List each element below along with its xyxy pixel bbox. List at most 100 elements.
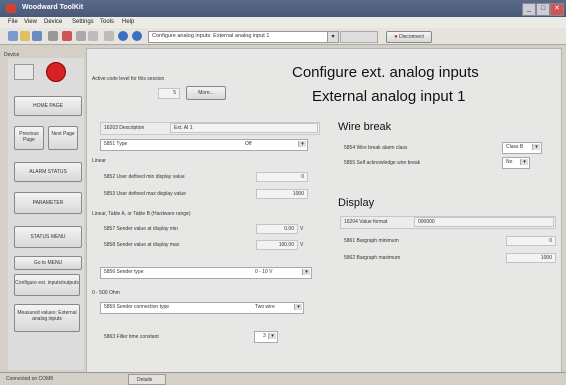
menu-file[interactable]: File [8,19,18,25]
open-icon[interactable] [20,31,30,41]
description-input[interactable]: Ext. AI 1 [170,123,318,133]
menu-view[interactable]: View [24,19,37,25]
measured-values-button[interactable]: Measured values: External analog inputs [14,304,80,332]
window-title: Woodward ToolKit [22,4,84,11]
access-code-text: 5 [173,90,176,96]
min-display-label: 5852 User defined min display value [104,174,185,180]
menu-help[interactable]: Help [122,19,134,25]
sender-max-unit: V [300,242,304,248]
sender-max-value: 100.00 [278,242,294,248]
value-format-value: 000000 [418,219,435,225]
next-page-button[interactable]: Next Page [48,126,78,150]
min-display-input[interactable]: 0 [256,172,308,182]
bargraph-max-input[interactable]: 1000 [506,253,556,263]
chevron-down-icon: ▾ [268,333,276,339]
sender-max-input[interactable]: 100.00 [256,240,298,250]
display-title: Display [338,197,375,209]
details-tab-label: Details [137,377,153,383]
alarm-class-dropdown[interactable]: Class B ▾ [502,142,542,154]
filter-value: 3 [263,333,266,339]
copy-icon[interactable] [88,31,98,41]
table-header: Linear, Table A, or Table B (Hardware ra… [92,211,191,217]
disconnect-button[interactable]: ● Disconnect [386,31,432,43]
access-code-value: 5 [158,88,180,99]
alarm-class-label: 5854 Wire break alarm class [344,145,408,151]
wire-break-title: Wire break [338,121,392,133]
bargraph-min-value: 0 [549,238,552,244]
connection-type-dropdown[interactable]: 5859 Sender connection type Two wire ▾ [100,302,304,314]
save-icon[interactable] [32,31,42,41]
sender-max-label: 5858 Sender value at display max [104,242,180,248]
connection-type-value: Two wire [255,304,275,310]
home-page-button[interactable]: HOME PAGE [14,96,82,116]
parameter-button[interactable]: PARAMETER [14,192,82,214]
ohm-header: 0 - 500 Ohm [92,290,120,296]
back-icon[interactable] [118,31,128,41]
max-display-value: 1000 [292,191,304,197]
chevron-down-icon: ▾ [520,159,528,165]
disconnect-label: Disconnect [399,34,424,40]
linear-header: Linear [92,158,106,164]
page-title: Configure ext. analog inputs [292,64,479,81]
menu-tools[interactable]: Tools [100,19,114,25]
title-bar: Woodward ToolKit _ □ ✕ [0,0,566,17]
type-label: 5851 Type [104,141,128,147]
sender-type-label: 5856 Sender type [104,269,144,275]
disconnect-icon: ● [394,34,398,40]
configure-ext-io-button[interactable]: Configure ext. inputs/outputs [14,274,80,296]
sender-min-input[interactable]: 0.00 [256,224,298,234]
cut-icon[interactable] [76,31,86,41]
bargraph-min-input[interactable]: 0 [506,236,556,246]
maximize-button[interactable]: □ [536,3,550,16]
close-button[interactable]: ✕ [550,3,564,16]
path-dropdown-arrow[interactable]: ▾ [327,31,339,43]
bargraph-max-label: 5862 Bargraph maximum [344,255,401,261]
sender-min-label: 5857 Sender value at display min [104,226,178,232]
toolbar-disabled-button[interactable] [340,31,378,43]
description-label: 16203 Description [104,125,145,131]
go-to-menu-button[interactable]: Go to MENU [14,256,82,270]
min-display-value: 0 [301,174,304,180]
alarm-status-button[interactable]: ALARM STATUS [14,162,82,182]
menu-bar: File View Device Settings Tools Help [0,17,566,28]
sender-min-value: 0.00 [284,226,294,232]
chevron-down-icon: ▾ [532,144,540,150]
page-subtitle: External analog input 1 [312,88,466,105]
bargraph-min-label: 5861 Bargraph minimum [344,238,399,244]
connection-status: Connected on COM8 [6,376,53,382]
print-icon[interactable] [48,31,58,41]
type-dropdown[interactable]: 5851 Type Off ▾ [100,139,308,151]
connection-type-label: 5859 Sender connection type [104,304,170,310]
value-format-input[interactable]: 000000 [414,217,554,227]
menu-device[interactable]: Device [44,19,62,25]
status-bar: Connected on COM8 Details [0,372,566,385]
chevron-down-icon: ▾ [298,141,306,147]
more-button[interactable]: More... [186,86,226,100]
alarm-lamp-icon [46,62,66,82]
previous-page-button[interactable]: Previous Page [14,126,44,150]
app-icon [6,4,16,13]
sender-type-dropdown[interactable]: 5856 Sender type 0 - 10 V ▾ [100,267,312,279]
sender-min-unit: V [300,226,304,232]
access-code-label: Active code level for this session [92,76,165,82]
menu-settings[interactable]: Settings [72,19,94,25]
new-icon[interactable] [8,31,18,41]
self-ack-label: 5855 Self acknowledge wire break [344,160,421,166]
description-value: Ext. AI 1 [174,125,193,131]
value-format-label: 16204 Value format [344,219,388,225]
connect-icon[interactable] [62,31,72,41]
status-menu-button[interactable]: STATUS MENU [14,226,82,248]
forward-icon[interactable] [132,31,142,41]
page-path-dropdown[interactable]: Configure analog inputs: External analog… [148,31,328,43]
max-display-label: 5853 User defined max display value [104,191,186,197]
minimize-button[interactable]: _ [522,3,536,16]
settings-icon[interactable] [104,31,114,41]
type-value: Off [245,141,252,147]
device-indicator [14,64,34,80]
chevron-down-icon: ▾ [294,304,302,310]
details-tab[interactable]: Details [128,374,166,385]
self-ack-dropdown[interactable]: No ▾ [502,157,530,169]
max-display-input[interactable]: 1000 [256,189,308,199]
page-path-text: Configure analog inputs: External analog… [152,33,270,39]
filter-dropdown[interactable]: 3 ▾ [254,331,278,343]
